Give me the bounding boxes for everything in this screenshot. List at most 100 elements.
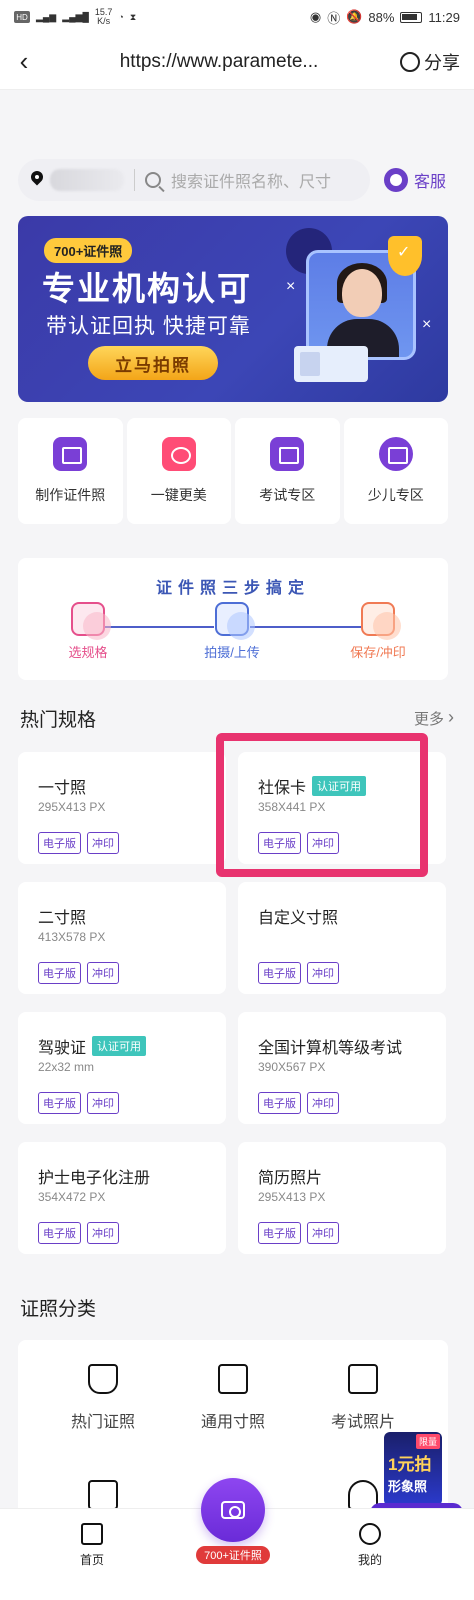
- step-save-print: 保存/冲印: [328, 602, 428, 661]
- spec-card[interactable]: 二寸照 413X578 PX 电子版 冲印: [18, 882, 226, 994]
- category-exam[interactable]: 考试照片: [298, 1364, 428, 1432]
- nav-me[interactable]: 我的: [358, 1523, 382, 1568]
- more-link[interactable]: 更多: [414, 708, 444, 729]
- category-hot[interactable]: 热门证照: [38, 1364, 168, 1432]
- category-label: 考试照片: [330, 1414, 395, 1431]
- location-blurred[interactable]: [50, 169, 124, 191]
- spec-card[interactable]: 护士电子化注册 354X472 PX 电子版 冲印: [18, 1142, 226, 1254]
- battery-icon: [400, 11, 423, 23]
- spec-size: 295X413 PX: [38, 800, 106, 814]
- signal-4g-icon: ▂▄▆█: [62, 11, 89, 22]
- quick-beautify[interactable]: 一键更美: [126, 418, 231, 524]
- spec-name: 护士电子化注册: [38, 1170, 151, 1187]
- spec-card[interactable]: 自定义寸照 电子版 冲印: [238, 882, 446, 994]
- category-section-title: 证照分类: [20, 1299, 97, 1320]
- nav-home[interactable]: 首页: [80, 1523, 104, 1568]
- spec-card[interactable]: 全国计算机等级考试 390X567 PX 电子版 冲印: [238, 1012, 446, 1124]
- tag-print: 冲印: [307, 1092, 339, 1114]
- spec-size: 358X441 PX: [258, 800, 326, 814]
- mute-icon: 🔕: [346, 9, 363, 24]
- spec-card[interactable]: 简历照片 295X413 PX 电子版 冲印: [238, 1142, 446, 1254]
- nav-home-label: 首页: [80, 1553, 105, 1567]
- headset-icon: [384, 168, 408, 192]
- spec-card[interactable]: 驾驶证 认证可用 22x32 mm 电子版 冲印: [18, 1012, 226, 1124]
- spec-size: 390X567 PX: [258, 1060, 326, 1074]
- customer-service-button[interactable]: 客服: [384, 168, 446, 192]
- search-icon: [145, 172, 161, 188]
- hd-icon: HD: [14, 11, 30, 23]
- spec-size: 22x32 mm: [38, 1060, 95, 1074]
- quick-exam-zone[interactable]: 考试专区: [235, 418, 340, 524]
- quick-label: 考试专区: [259, 487, 316, 503]
- id-card-icon: [294, 346, 368, 382]
- steps-title: 证件照三步搞定: [155, 580, 310, 597]
- tag-print: 冲印: [307, 1222, 339, 1244]
- banner-title: 专业机构认可: [42, 270, 252, 307]
- promo-banner[interactable]: 700+证件照 专业机构认可 带认证回执 快捷可靠 立马拍照 × ×: [18, 216, 448, 402]
- tag-digital: 电子版: [38, 1222, 81, 1244]
- chevron-right-icon[interactable]: ›: [448, 707, 454, 728]
- tag-digital: 电子版: [258, 832, 301, 854]
- quick-label: 一键更美: [150, 487, 207, 503]
- browser-bar: ‹ https://www.paramete... 分享: [0, 34, 474, 90]
- promo-tag: 限量: [415, 1434, 440, 1449]
- step-shoot-upload: 拍摄/上传: [182, 602, 282, 661]
- tag-print: 冲印: [87, 1092, 119, 1114]
- spec-name: 社保卡: [258, 780, 307, 797]
- user-icon: [359, 1523, 381, 1545]
- category-more-1[interactable]: [38, 1480, 168, 1510]
- certified-badge: 认证可用: [92, 1036, 147, 1056]
- signal-icon: ▂▄▆: [36, 11, 57, 22]
- step-choose-spec: 选规格: [38, 602, 138, 661]
- tag-print: 冲印: [307, 962, 339, 984]
- shield-check-icon: [388, 236, 422, 276]
- search-input[interactable]: 搜索证件照名称、尺寸: [171, 168, 331, 192]
- spec-card[interactable]: 一寸照 295X413 PX 电子版 冲印: [18, 752, 226, 864]
- step-label: 选规格: [68, 645, 108, 660]
- tag-digital: 电子版: [38, 832, 81, 854]
- quick-kids-zone[interactable]: 少儿专区: [343, 418, 448, 524]
- location-pin-icon[interactable]: [30, 171, 44, 189]
- spec-name: 全国计算机等级考试: [258, 1040, 403, 1057]
- portrait-face: [342, 269, 382, 317]
- back-button[interactable]: ‹: [0, 34, 48, 90]
- spec-size: 354X472 PX: [38, 1190, 106, 1204]
- promo-one-yuan[interactable]: 限量 1元拍 形象照: [384, 1432, 442, 1506]
- promo-sub: 形象照: [388, 1479, 428, 1494]
- banner-shoot-button[interactable]: 立马拍照: [88, 346, 218, 380]
- spec-name: 二寸照: [38, 910, 87, 927]
- spec-size: 413X578 PX: [38, 930, 106, 944]
- category-label: 热门证照: [70, 1414, 135, 1431]
- customer-service-label: 客服: [414, 174, 447, 191]
- share-label: 分享: [424, 52, 460, 73]
- hot-section-title: 热门规格: [20, 710, 97, 731]
- nfc-icon: Ⓝ: [327, 10, 341, 26]
- tag-digital: 电子版: [38, 1092, 81, 1114]
- spec-name: 一寸照: [38, 780, 87, 797]
- spec-card[interactable]: 社保卡 认证可用 358X441 PX 电子版 冲印: [238, 752, 446, 864]
- clock: 11:29: [428, 9, 460, 25]
- camera-icon: [221, 1501, 245, 1519]
- category-label: 通用寸照: [200, 1414, 265, 1431]
- status-bar: HD ▂▄▆ ▂▄▆█ 15.7 K/s ◔ ⧗ ◉ Ⓝ 🔕 88% 11:29: [0, 0, 474, 34]
- decor-x-icon: ×: [422, 316, 432, 333]
- portrait-icon: [218, 1364, 248, 1394]
- search-divider: [134, 169, 135, 191]
- url-text[interactable]: https://www.paramete...: [48, 51, 400, 73]
- tag-print: 冲印: [87, 1222, 119, 1244]
- beauty-icon: [161, 437, 196, 471]
- crown-icon: [88, 1364, 118, 1394]
- category-general[interactable]: 通用寸照: [168, 1364, 298, 1432]
- tag-digital: 电子版: [258, 1222, 301, 1244]
- spec-name: 驾驶证: [38, 1040, 87, 1057]
- certified-badge: 认证可用: [312, 776, 367, 796]
- share-button[interactable]: 分享: [400, 49, 474, 75]
- search-box[interactable]: 搜索证件照名称、尺寸: [18, 159, 370, 201]
- clipboard-check-icon: [348, 1364, 378, 1394]
- quick-make-id-photo[interactable]: 制作证件照: [18, 418, 123, 524]
- pencil-icon: [71, 602, 111, 640]
- spec-size: 295X413 PX: [258, 1190, 326, 1204]
- camera-button[interactable]: [201, 1478, 265, 1542]
- decor-x-icon: ×: [286, 278, 296, 295]
- tag-print: 冲印: [87, 832, 119, 854]
